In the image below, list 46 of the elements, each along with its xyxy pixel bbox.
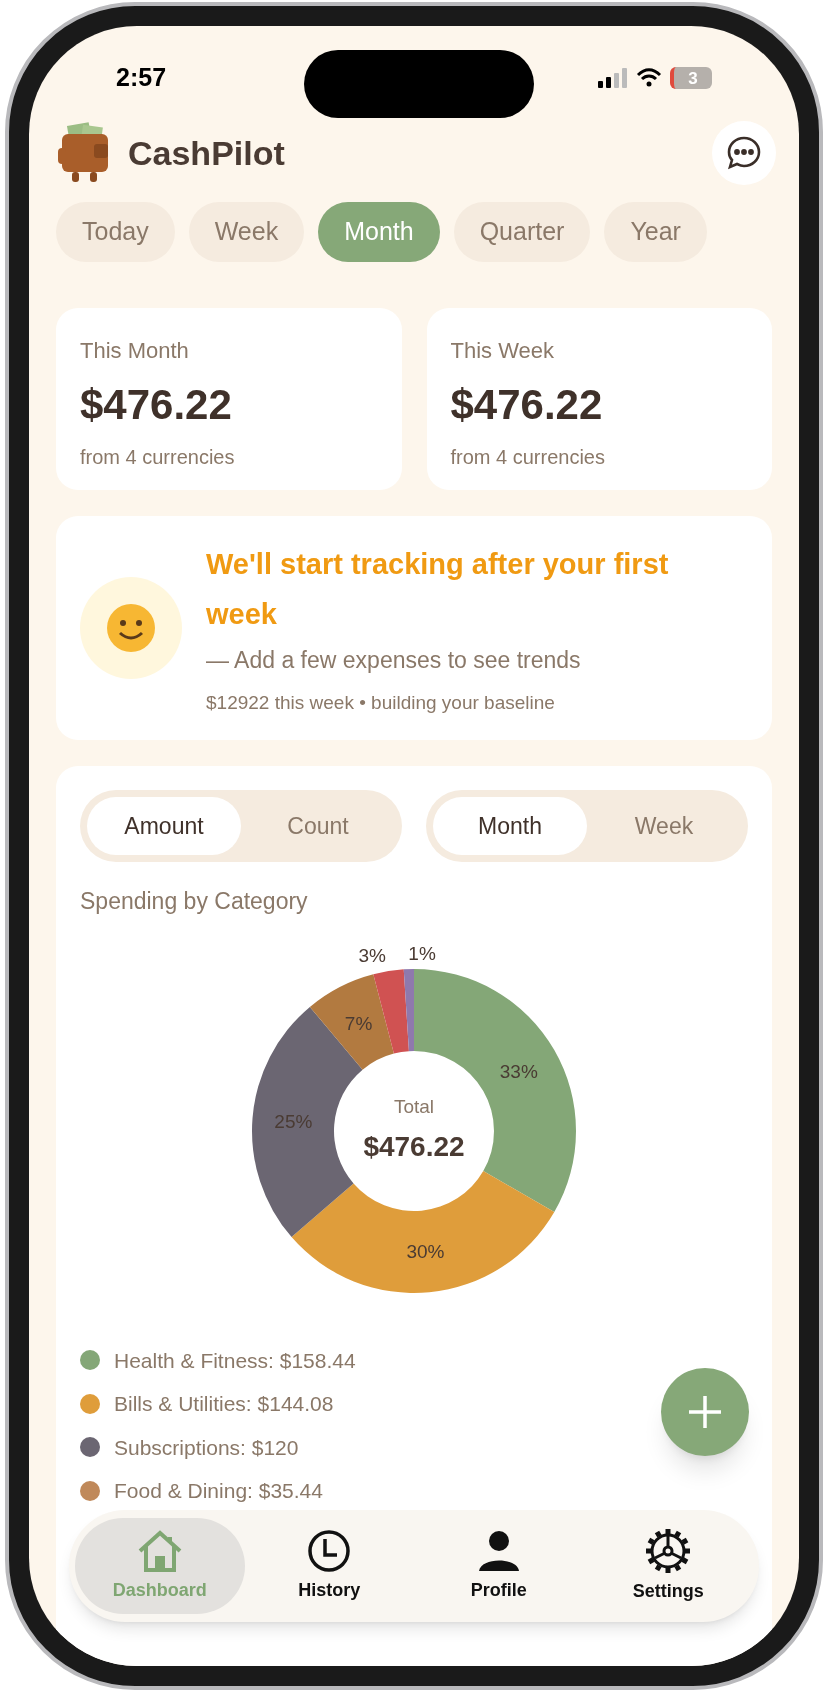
period-tab[interactable]: Week [188,202,305,262]
nav-tab[interactable]: History [244,1518,414,1614]
slice-label: 3% [358,944,386,966]
nav-tab[interactable]: Dashboard [75,1518,245,1614]
segment-option[interactable]: Count [241,797,395,855]
nav-tab[interactable]: Profile [414,1518,584,1614]
total-amount: $476.22 [363,1129,465,1164]
segment-option[interactable]: Amount [87,797,241,855]
tracking-title: We'll start tracking after your first week [206,546,670,632]
slice-label: 1% [408,942,436,964]
segment-option[interactable]: Month [433,797,587,855]
legend-label: Subscriptions: $120 [114,1434,299,1461]
tracking-subtitle: — Add a few expenses to see trends [206,645,582,675]
slice-label: 33% [499,1060,538,1081]
summary-label: This Month [80,337,190,365]
slice-label: 30% [406,1240,445,1262]
legend-label: Food & Dining: $35.44 [114,1478,323,1504]
person-icon [476,1528,521,1573]
smiley-icon [106,603,156,653]
period-tab[interactable]: Quarter [453,202,591,262]
status-time: 2:57 [116,62,167,94]
chat-icon [726,135,762,171]
app-title: CashPilot [128,132,285,174]
period-tab[interactable]: Month [318,202,440,262]
summary-label: This Week [450,337,555,365]
period-tab[interactable]: Today [56,202,175,262]
legend-label: Health & Fitness: $158.44 [114,1347,356,1374]
nav-tab[interactable]: Settings [583,1518,753,1614]
summary-note: from 4 currencies [80,445,236,470]
slice-label: 25% [274,1110,313,1132]
gear-icon [645,1527,692,1574]
summary-amount: $476.22 [450,380,604,430]
battery-level: 3 [688,69,698,87]
clock-icon [307,1528,352,1573]
summary-amount: $476.22 [80,380,233,430]
summary-note: from 4 currencies [450,445,606,470]
plus-icon [687,1394,723,1430]
slice-label: 7% [344,1012,373,1034]
chart-title: Spending by Category [80,887,309,916]
legend-label: Bills & Utilities: $144.08 [114,1391,334,1417]
wifi-icon [636,68,662,88]
segment-option[interactable]: Week [587,797,741,855]
signal-icon [598,68,628,88]
period-tab[interactable]: Year [604,202,707,262]
total-label: Total [393,1095,435,1120]
tracking-note: $12922 this week • building your baseline [206,691,556,715]
